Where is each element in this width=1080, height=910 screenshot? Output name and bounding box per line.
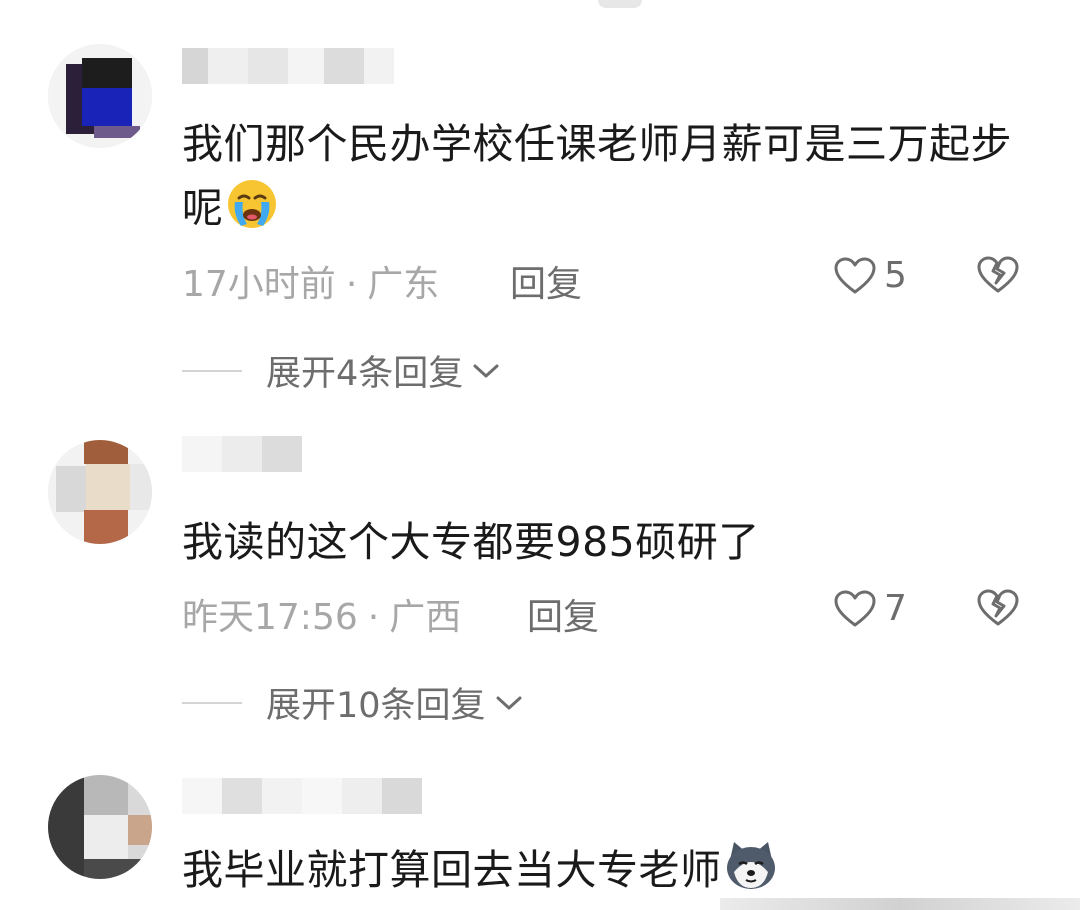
avatar[interactable]	[48, 775, 152, 879]
username-blurred[interactable]	[182, 778, 422, 814]
heart-icon	[834, 257, 876, 293]
heart-icon	[834, 590, 876, 626]
timestamp: 昨天17:56	[182, 597, 358, 638]
chevron-down-icon	[496, 696, 522, 709]
like-count: 5	[884, 255, 907, 296]
expand-replies-button[interactable]: 展开10条回复	[182, 677, 524, 728]
dislike-button[interactable]	[976, 588, 1020, 628]
comment-meta: 17小时前 · 广东	[182, 255, 439, 307]
like-count: 7	[884, 588, 907, 629]
comment-meta: 昨天17:56 · 广西	[182, 588, 461, 640]
username-blurred[interactable]	[182, 436, 302, 472]
location: 广西	[389, 597, 462, 638]
location: 广东	[367, 264, 440, 305]
comment-text: 我毕业就打算回去当大专老师	[182, 838, 776, 902]
meta-separator: ·	[367, 597, 380, 638]
like-button[interactable]: 7	[834, 588, 907, 629]
avatar[interactable]	[48, 44, 152, 148]
bottom-blur-artifact	[720, 898, 1080, 910]
meta-separator: ·	[345, 264, 358, 305]
crying-face-emoji	[226, 178, 278, 230]
avatar[interactable]	[48, 440, 152, 544]
divider-line	[182, 701, 242, 704]
comment-text: 我读的这个大专都要985硕研了	[182, 510, 760, 574]
expand-replies-button[interactable]: 展开4条回复	[182, 345, 501, 396]
expand-replies-label: 展开4条回复	[266, 354, 464, 394]
broken-heart-icon	[977, 589, 1019, 626]
reply-button[interactable]: 回复	[510, 255, 582, 307]
comment-text-content: 我们那个民办学校任课老师月薪可是三万起步呢	[182, 120, 1012, 232]
like-button[interactable]: 5	[834, 255, 907, 296]
comment-text-content: 我读的这个大专都要985硕研了	[182, 518, 760, 566]
divider-line	[182, 369, 242, 372]
chevron-down-icon	[473, 364, 499, 377]
dislike-button[interactable]	[976, 255, 1020, 295]
husky-doge-emoji	[724, 840, 776, 892]
comment-text: 我们那个民办学校任课老师月薪可是三万起步呢	[182, 112, 1022, 240]
comment-item: 我们那个民办学校任课老师月薪可是三万起步呢 17小时前 · 广东 回复 5 展开4条…	[0, 0, 1080, 400]
expand-replies-label: 展开10条回复	[266, 686, 486, 726]
username-blurred[interactable]	[182, 48, 394, 84]
timestamp: 17小时前	[182, 264, 336, 305]
reply-button[interactable]: 回复	[527, 588, 599, 640]
broken-heart-icon	[977, 256, 1019, 293]
comment-text-content: 我毕业就打算回去当大专老师	[182, 846, 722, 894]
